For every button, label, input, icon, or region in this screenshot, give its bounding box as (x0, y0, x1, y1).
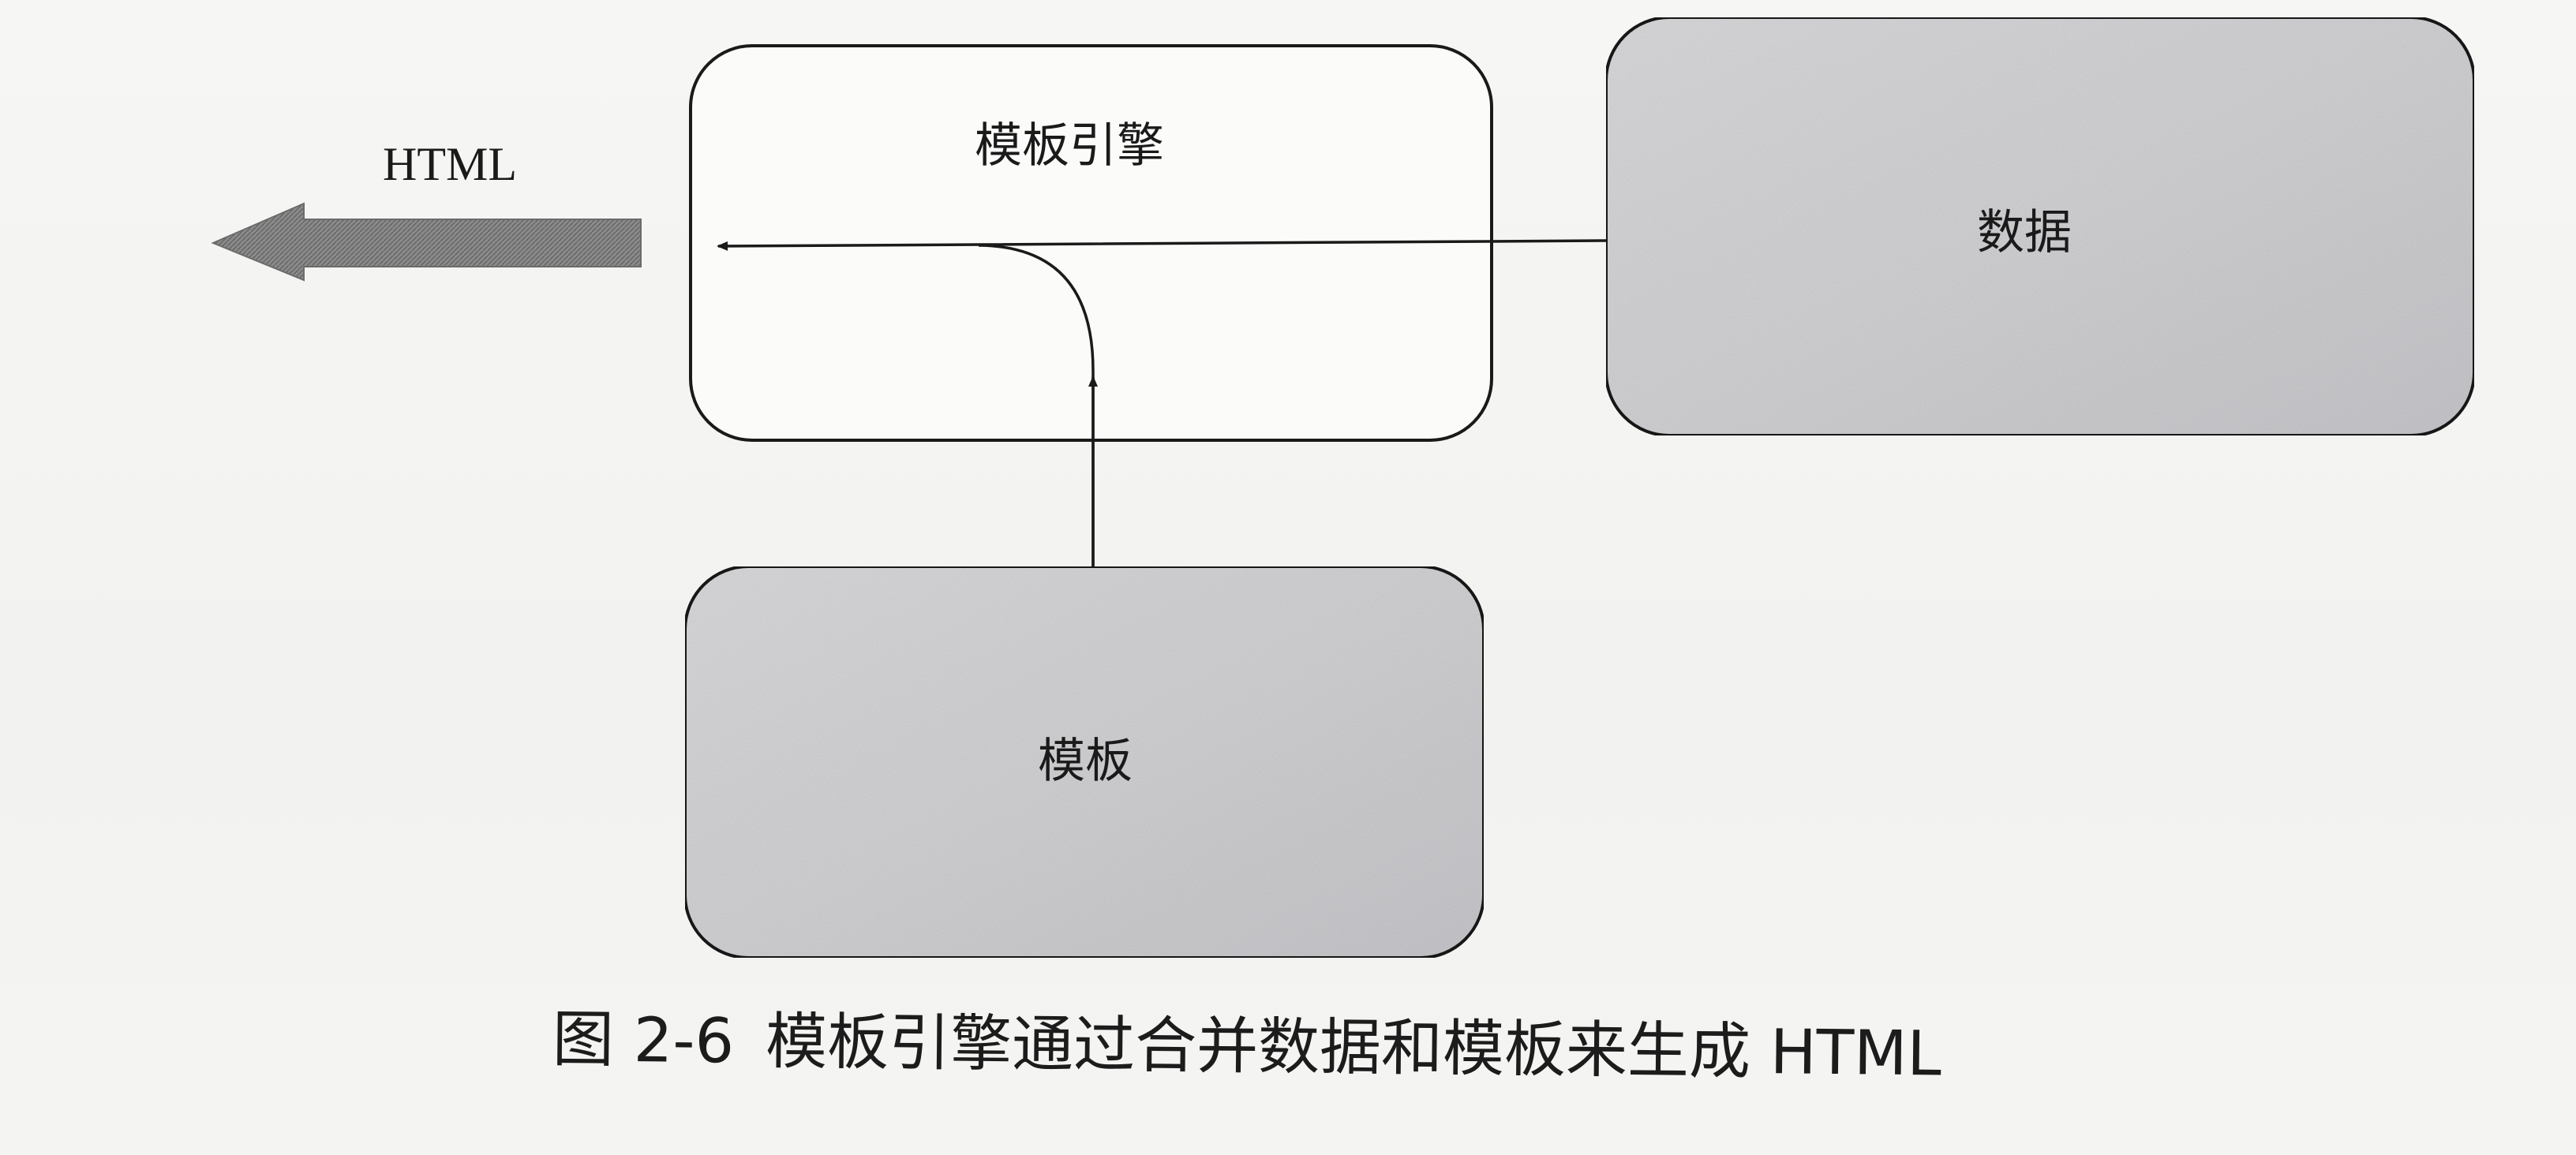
html-output-arrow: HTML (211, 138, 642, 282)
figure-number: 图 2-6 (552, 1004, 735, 1078)
data-label: 数据 (1977, 205, 2072, 260)
data-node: 数据 (1604, 16, 2476, 437)
template-label: 模板 (1038, 734, 1133, 789)
figure-caption-text: 模板引擎通过合并数据和模板来生成 HTML (765, 1006, 1942, 1090)
template-engine-diagram: 模板引擎 数据 模板 HTML (211, 16, 2476, 959)
template-engine-label: 模板引擎 (975, 118, 1164, 174)
figure-page: 模板引擎 数据 模板 HTML 图 2-6 模板引擎通过合并数据和模板来生成 HT… (0, 0, 2576, 1155)
output-arrow-shape (211, 202, 642, 282)
figure-caption: 图 2-6 模板引擎通过合并数据和模板来生成 HTML (552, 990, 1941, 1093)
template-node: 模板 (683, 565, 1485, 959)
html-output-label: HTML (383, 138, 517, 190)
